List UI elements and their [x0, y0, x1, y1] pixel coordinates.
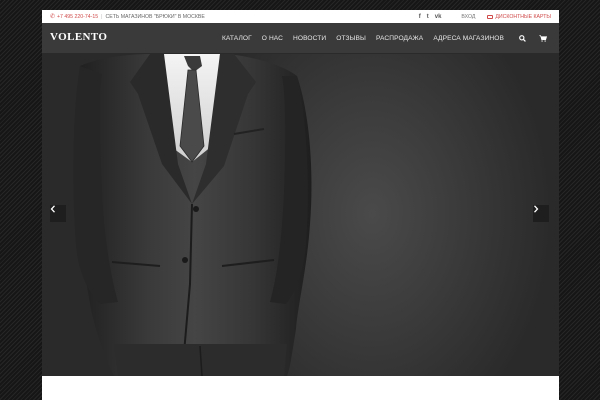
contact-info: ✆ +7 495 220-74-15 | СЕТЬ МАГАЗИНОВ "БРЮ… — [50, 10, 205, 23]
cart-icon[interactable] — [539, 34, 547, 42]
slider-prev-button[interactable] — [50, 205, 66, 222]
menu-item-sale[interactable]: РАСПРОДАЖА — [376, 35, 423, 42]
discount-cards-link[interactable]: ДИСКОНТНЫЕ КАРТЫ — [487, 14, 551, 20]
phone-link[interactable]: +7 495 220-74-15 — [57, 14, 98, 20]
twitter-icon[interactable]: t — [427, 14, 429, 20]
search-icon[interactable] — [519, 34, 526, 42]
main-navbar: VOLENTO КАТАЛОГ О НАС НОВОСТИ ОТЗЫВЫ РАС… — [42, 23, 559, 54]
menu-item-about[interactable]: О НАС — [262, 35, 283, 42]
top-bar: ✆ +7 495 220-74-15 | СЕТЬ МАГАЗИНОВ "БРЮ… — [42, 10, 559, 23]
main-menu: КАТАЛОГ О НАС НОВОСТИ ОТЗЫВЫ РАСПРОДАЖА … — [222, 23, 504, 53]
top-bar-links: f t vk ВХОД ДИСКОНТНЫЕ КАРТЫ — [413, 10, 551, 23]
phone-icon: ✆ — [50, 14, 56, 20]
menu-item-catalog[interactable]: КАТАЛОГ — [222, 35, 252, 42]
content-area — [42, 376, 559, 400]
vk-icon[interactable]: vk — [435, 14, 442, 20]
chevron-left-icon — [50, 205, 55, 213]
nav-icons — [519, 23, 547, 53]
menu-item-store-addresses[interactable]: АДРЕСА МАГАЗИНОВ — [433, 35, 504, 42]
login-link[interactable]: ВХОД — [461, 14, 475, 20]
store-tagline: СЕТЬ МАГАЗИНОВ "БРЮКИ" В МОСКВЕ — [105, 13, 205, 20]
site-logo[interactable]: VOLENTO — [50, 31, 107, 43]
slider-next-button[interactable] — [533, 205, 549, 222]
menu-item-reviews[interactable]: ОТЗЫВЫ — [336, 35, 366, 42]
hero-slider — [42, 54, 559, 376]
chevron-right-icon — [534, 205, 539, 213]
menu-item-news[interactable]: НОВОСТИ — [293, 35, 326, 42]
card-icon — [487, 14, 494, 19]
hero-image-suit — [73, 54, 312, 376]
separator: | — [101, 13, 103, 20]
page-frame: ✆ +7 495 220-74-15 | СЕТЬ МАГАЗИНОВ "БРЮ… — [42, 10, 559, 400]
facebook-icon[interactable]: f — [419, 14, 421, 20]
discount-cards-label: ДИСКОНТНЫЕ КАРТЫ — [495, 13, 551, 20]
